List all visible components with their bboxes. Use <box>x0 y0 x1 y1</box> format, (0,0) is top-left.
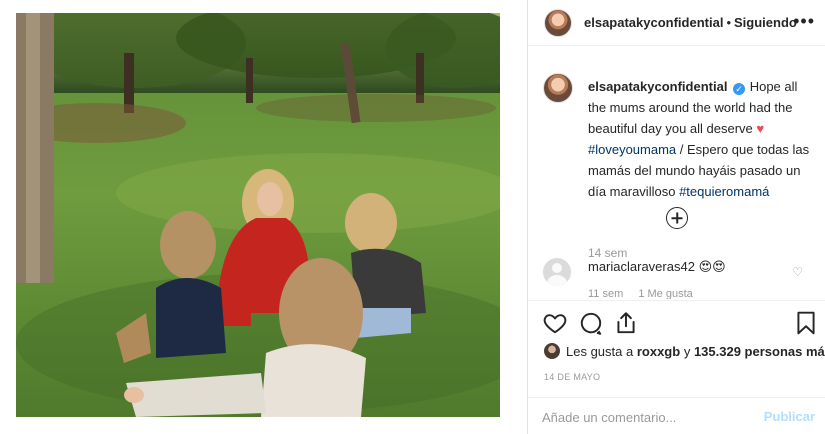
comment-time[interactable]: 11 sem <box>588 288 623 299</box>
author-avatar[interactable] <box>544 9 572 37</box>
actions-separator <box>528 300 825 301</box>
post-photo[interactable] <box>16 13 500 417</box>
author-line: elsapatakyconfidential • Siguiendo <box>584 15 797 30</box>
verified-badge-icon: ✓ <box>733 83 746 95</box>
comment-input[interactable] <box>542 406 752 428</box>
post-date[interactable]: 14 DE MAYO <box>544 372 600 382</box>
heart-icon[interactable] <box>542 310 568 336</box>
load-more-comments-icon[interactable] <box>666 207 688 229</box>
commenter-avatar[interactable] <box>543 258 571 286</box>
caption-author-avatar[interactable] <box>543 73 573 103</box>
commenter-username[interactable]: mariaclaraveras42 <box>588 259 695 274</box>
post-caption: elsapatakyconfidential ✓ Hope all the mu… <box>588 76 815 202</box>
more-options-icon[interactable]: ••• <box>793 11 815 32</box>
post-actions <box>528 308 825 340</box>
follow-status-button[interactable]: Siguiendo <box>734 15 797 30</box>
hashtag-loveyoumama[interactable]: #loveyoumama <box>588 142 676 157</box>
likes-count[interactable]: 135.329 personas más <box>694 344 825 359</box>
author-username[interactable]: elsapatakyconfidential <box>584 15 723 30</box>
liker-avatar <box>544 343 560 359</box>
likes-first-user[interactable]: roxxgb <box>637 344 680 359</box>
hashtag-tequieromama[interactable]: #tequieromamá <box>679 184 769 199</box>
comment-body: 😍😍 <box>698 259 726 274</box>
comment-item: mariaclaraveras42 😍😍 ♡ 11 sem 1 Me gusta <box>528 255 825 299</box>
red-heart-emoji: ♥ <box>756 121 765 136</box>
comment-likes[interactable]: 1 Me gusta <box>638 288 692 299</box>
add-comment-bar: Publicar <box>528 398 825 434</box>
comment-meta: 11 sem 1 Me gusta <box>588 288 705 299</box>
likes-prefix: Les gusta a <box>566 344 634 359</box>
bookmark-icon[interactable] <box>793 310 819 336</box>
publish-comment-button[interactable]: Publicar <box>764 409 815 424</box>
share-icon[interactable] <box>613 310 639 336</box>
header-separator: • <box>726 15 732 30</box>
comment-like-icon[interactable]: ♡ <box>792 265 803 279</box>
comment-icon[interactable] <box>578 310 604 336</box>
family-in-park-image <box>16 13 500 417</box>
caption-username[interactable]: elsapatakyconfidential <box>588 79 727 94</box>
comment-text: mariaclaraveras42 😍😍 <box>588 259 726 275</box>
likes-joiner: y <box>683 344 691 359</box>
post-side-panel: elsapatakyconfidential • Siguiendo ••• els… <box>528 0 825 434</box>
post-header: elsapatakyconfidential • Siguiendo ••• <box>528 0 825 46</box>
likes-summary[interactable]: Les gusta a roxxgb y 135.329 personas má… <box>544 343 825 359</box>
